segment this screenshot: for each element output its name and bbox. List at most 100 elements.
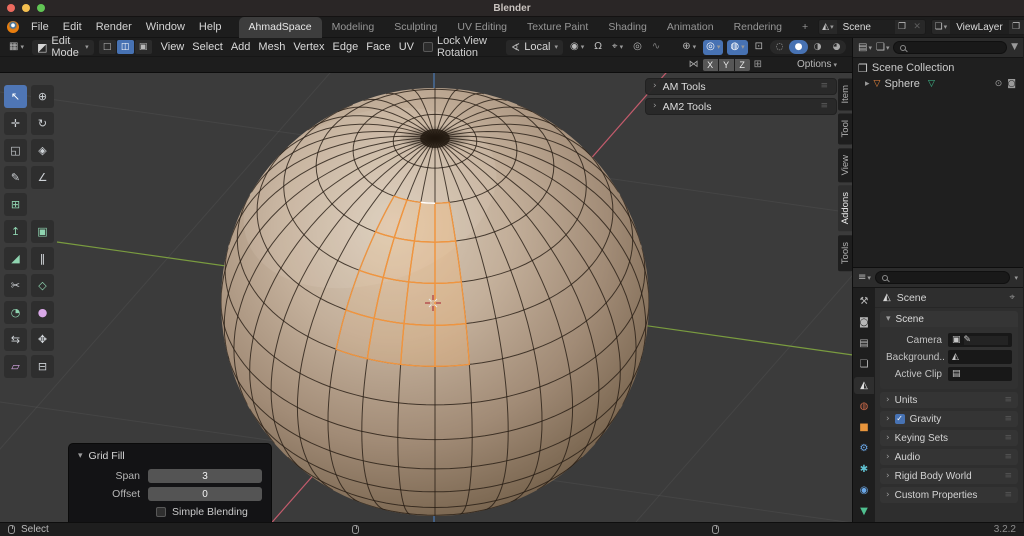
- options-dropdown[interactable]: Options ▾: [794, 57, 840, 72]
- expand-arrow-icon[interactable]: ▸: [865, 79, 870, 89]
- viewport-menu-mesh[interactable]: Mesh: [254, 41, 289, 53]
- tool-cursor[interactable]: ⊕: [31, 85, 54, 108]
- drag-handle-icon[interactable]: ≡: [1004, 490, 1012, 500]
- hide-eye-icon[interactable]: ⊙: [995, 79, 1003, 89]
- workspace-tab-rendering[interactable]: Rendering: [724, 17, 792, 38]
- tool-shear[interactable]: ▱: [4, 355, 27, 378]
- tool-edge-slide[interactable]: ⇆: [4, 328, 27, 351]
- snap-settings-dropdown[interactable]: ⌖ ▾: [609, 40, 626, 55]
- menu-help[interactable]: Help: [192, 19, 229, 35]
- menu-file[interactable]: File: [24, 19, 56, 35]
- disable-render-icon[interactable]: ◙: [1007, 79, 1016, 89]
- add-workspace-tab[interactable]: +: [792, 17, 818, 38]
- tool-add-cube[interactable]: ⊞: [4, 193, 27, 216]
- tab-output[interactable]: ▤: [854, 335, 874, 352]
- tab-view-layer[interactable]: ❏: [854, 356, 874, 373]
- solid-shading-button[interactable]: ●: [789, 40, 808, 54]
- scene-selector[interactable]: ◭ ▾ Scene ❐ ✕: [818, 19, 926, 35]
- value-slider[interactable]: 0: [148, 487, 262, 501]
- 3d-viewport[interactable]: ↖ ⊕ ✛ ↻ ◱ ◈ ✎ ∠ ⊞ ↥ ▣ ◢ ‖ ✂ ◇ ◔ ● ⇆ ✥ ▱ ⊟ › AM Tools ≡ › AM2 Too…: [0, 73, 852, 522]
- properties-panel-units[interactable]: › ✓ Units ≡: [880, 392, 1018, 408]
- drag-handle-icon[interactable]: ≡: [1004, 433, 1012, 443]
- view-layer-selector[interactable]: ❏▾ ViewLayer ❐ ✕: [930, 19, 1024, 35]
- properties-editor-dropdown[interactable]: ≡ ▾: [858, 272, 871, 283]
- pivot-point-dropdown[interactable]: ◉ ▾: [567, 40, 587, 55]
- tool-scale[interactable]: ◱: [4, 139, 27, 162]
- tab-object-data[interactable]: ▼: [854, 503, 874, 520]
- camera-field[interactable]: ▣ ✎: [948, 333, 1012, 347]
- properties-search-input[interactable]: [874, 271, 1011, 284]
- viewport-menu-add[interactable]: Add: [227, 41, 255, 53]
- background-scene-field[interactable]: ◭: [948, 350, 1012, 364]
- menu-render[interactable]: Render: [89, 19, 139, 35]
- tab-render[interactable]: ◙: [854, 314, 874, 331]
- tab-tool[interactable]: ⚒: [854, 293, 874, 310]
- sidebar-tab-tool[interactable]: Tool: [838, 113, 852, 145]
- workspace-tab-animation[interactable]: Animation: [657, 17, 724, 38]
- properties-panel-rigid-body-world[interactable]: › ✓ Rigid Body World ≡: [880, 468, 1018, 484]
- display-mode-dropdown[interactable]: ❏ ▾: [876, 42, 889, 53]
- gravity-checkbox[interactable]: ✓: [894, 414, 905, 424]
- viewport-menu-uv[interactable]: UV: [395, 41, 418, 53]
- edge-select-button[interactable]: ◫: [116, 40, 134, 54]
- tool-measure[interactable]: ∠: [31, 166, 54, 189]
- viewport-menu-vertex[interactable]: Vertex: [289, 41, 328, 53]
- rendered-shading-button[interactable]: ◕: [827, 40, 846, 54]
- n-panel-section-am2-tools[interactable]: › AM2 Tools ≡: [645, 98, 837, 115]
- tab-modifiers[interactable]: ⚙: [854, 440, 874, 457]
- new-view-layer-button[interactable]: ❐: [1009, 22, 1024, 32]
- drag-handle-icon[interactable]: ≡: [1004, 414, 1012, 424]
- snap-toggle[interactable]: Ω: [591, 40, 605, 55]
- value-slider[interactable]: 3: [148, 469, 262, 483]
- outliner-row-sphere[interactable]: ▸ ▽ Sphere ▽ ⊙ ◙: [853, 76, 1023, 92]
- viewport-menu-select[interactable]: Select: [188, 41, 227, 53]
- vertex-select-button[interactable]: □: [98, 40, 116, 54]
- mirror-axis-button-y[interactable]: Y: [718, 58, 734, 71]
- menu-window[interactable]: Window: [139, 19, 192, 35]
- wireframe-shading-button[interactable]: ◌: [770, 40, 789, 54]
- show-overlays-dropdown[interactable]: ◎ ▾: [703, 39, 724, 55]
- sidebar-tab-view[interactable]: View: [838, 147, 852, 183]
- face-select-button[interactable]: ▣: [134, 40, 152, 54]
- tool-inset-faces[interactable]: ▣: [31, 220, 54, 243]
- tool-smooth[interactable]: ●: [31, 301, 54, 324]
- mirror-axis-button-z[interactable]: Z: [734, 58, 750, 71]
- tool-loop-cut[interactable]: ‖: [31, 247, 54, 270]
- drag-handle-icon[interactable]: ≡: [820, 102, 829, 111]
- menu-edit[interactable]: Edit: [56, 19, 89, 35]
- transform-orientation-dropdown[interactable]: ∢ Local ▾: [505, 39, 564, 55]
- drag-handle-icon[interactable]: ≡: [1004, 452, 1012, 462]
- tool-empty-slot[interactable]: [31, 193, 54, 216]
- options-chevron-icon[interactable]: ▾: [1014, 274, 1018, 282]
- properties-panel-keying-sets[interactable]: › ✓ Keying Sets ≡: [880, 430, 1018, 446]
- lock-view-rotation-checkbox[interactable]: [422, 42, 433, 52]
- tab-object[interactable]: ■: [854, 419, 874, 436]
- operator-panel[interactable]: ▾ Grid Fill Span 3 Offset 0 Simple Blend…: [68, 443, 272, 522]
- view-layer-name-field[interactable]: ViewLayer: [950, 20, 1009, 34]
- tool-move[interactable]: ✛: [4, 112, 27, 135]
- simple-blending-checkbox[interactable]: [156, 507, 166, 517]
- tool-tweak[interactable]: ↖: [4, 85, 27, 108]
- filter-icon[interactable]: ▼: [1011, 43, 1018, 52]
- tool-knife[interactable]: ✂: [4, 274, 27, 297]
- workspace-tab-texture-paint[interactable]: Texture Paint: [517, 17, 598, 38]
- tab-scene[interactable]: ◭: [854, 377, 874, 394]
- viewport-menu-view[interactable]: View: [157, 41, 189, 53]
- viewport-menu-face[interactable]: Face: [362, 41, 394, 53]
- blender-logo-icon[interactable]: [7, 21, 19, 33]
- active-clip-field[interactable]: ▤: [948, 367, 1012, 381]
- tool-shrink-fatten[interactable]: ✥: [31, 328, 54, 351]
- drag-handle-icon[interactable]: ≡: [1004, 395, 1012, 405]
- properties-panel-gravity[interactable]: › ✓ Gravity ≡: [880, 411, 1018, 427]
- tool-extrude-region[interactable]: ↥: [4, 220, 27, 243]
- tool-annotate[interactable]: ✎: [4, 166, 27, 189]
- lock-view-rotation[interactable]: Lock View Rotation: [422, 35, 501, 59]
- sidebar-tab-tools[interactable]: Tools: [838, 234, 852, 271]
- workspace-tab-modeling[interactable]: Modeling: [322, 17, 385, 38]
- drag-handle-icon[interactable]: ≡: [820, 82, 829, 91]
- outliner-row-scene-collection[interactable]: ❒ Scene Collection: [853, 60, 1023, 76]
- editor-type-dropdown[interactable]: ▦ ▾: [6, 40, 27, 55]
- tool-poly-build[interactable]: ◇: [31, 274, 54, 297]
- tool-spin[interactable]: ◔: [4, 301, 27, 324]
- toggle-xray-button[interactable]: ⊡: [752, 40, 766, 55]
